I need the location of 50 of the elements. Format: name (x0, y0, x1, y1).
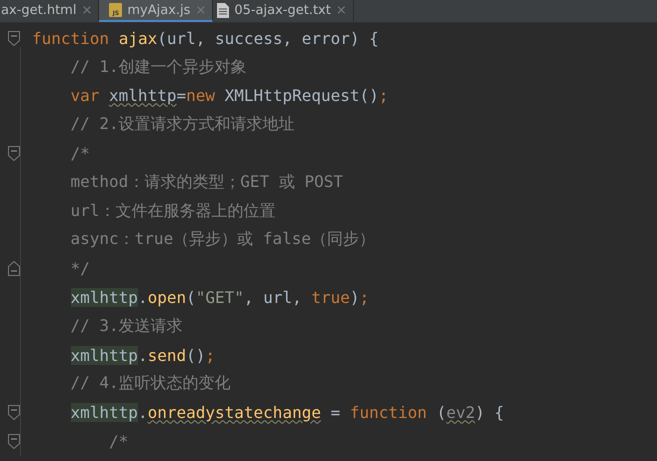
code-text: () (186, 346, 206, 365)
comment-text: method：请求的类型；GET 或 POST (70, 172, 343, 193)
comment-text: // 2.设置请求方式和请求地址 (70, 114, 295, 136)
code-text: xmlhttp (70, 346, 138, 365)
code-text: ( (436, 403, 446, 422)
fold-end-icon[interactable] (8, 261, 20, 276)
keyword: new (186, 86, 216, 106)
comment-text: // 4.监听状态的变化 (70, 373, 231, 394)
semicolon: ; (205, 346, 216, 365)
close-icon[interactable]: × (81, 2, 92, 18)
code-text: xmlhttp (70, 288, 138, 308)
function-name: open (148, 288, 186, 308)
keyword: function (350, 403, 428, 422)
code-text: . (138, 346, 148, 365)
function-name: onreadystatechange (148, 403, 321, 422)
comment-text: url：文件在服务器上的位置 (70, 200, 276, 222)
code-text: ( (186, 288, 196, 308)
fold-collapse-icon[interactable] (8, 434, 20, 450)
fold-collapse-icon[interactable] (8, 30, 20, 46)
semicolon: ; (378, 86, 388, 106)
code-text: = (176, 86, 186, 106)
code-text: = (330, 403, 342, 422)
text-file-icon (217, 2, 230, 18)
code-text: xmlhttp (70, 403, 138, 422)
string-literal: "GET" (196, 288, 244, 308)
comment-text: // 3.发送请求 (70, 316, 183, 337)
comment-text: /* (70, 144, 90, 164)
code-text: . (138, 403, 148, 422)
keyword: var (70, 86, 100, 106)
editor-tab[interactable]: 05-ajax-get.txt × (213, 0, 354, 22)
keyword: true (311, 288, 350, 308)
keyword: function (32, 28, 110, 48)
fold-collapse-icon[interactable] (8, 405, 20, 420)
code-text: ) (350, 288, 360, 308)
parameter-name: ev2 (446, 403, 476, 422)
code-text: , url, (244, 288, 303, 308)
code-text: ) { (475, 403, 504, 422)
comment-text: // 1.创建一个异步对象 (70, 56, 247, 78)
comment-text: async：true（异步）或 false（同步） (70, 229, 375, 250)
code-text: (url, success, error) { (157, 28, 379, 48)
code-text: . (138, 288, 148, 308)
fold-collapse-icon[interactable] (8, 146, 20, 162)
code-text: xmlhttp (109, 86, 176, 106)
comment-text: */ (70, 259, 90, 278)
close-icon[interactable]: × (336, 2, 347, 18)
comment-text: /* (109, 432, 128, 452)
code-text: XMLHttpRequest() (224, 86, 379, 106)
function-name: send (148, 346, 186, 365)
semicolon: ; (360, 288, 370, 308)
function-name: ajax (118, 28, 158, 48)
